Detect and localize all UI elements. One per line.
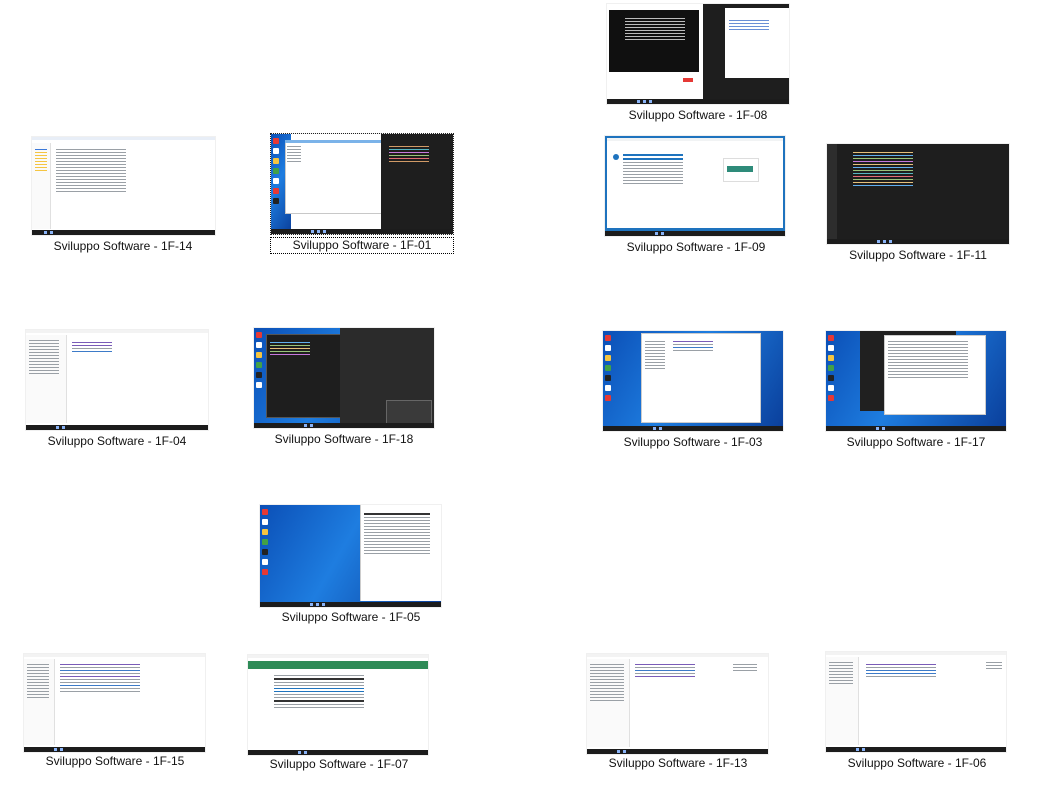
window-preview [826, 652, 1006, 752]
thumbnail-1F-08[interactable]: Sviluppo Software - 1F-08 [607, 4, 789, 124]
window-preview [605, 136, 785, 236]
thumbnail-label: Sviluppo Software - 1F-09 [626, 240, 766, 254]
thumbnail-1F-04[interactable]: Sviluppo Software - 1F-04 [26, 330, 208, 448]
thumbnail-label: Sviluppo Software - 1F-01 [270, 237, 454, 254]
window-preview [26, 330, 208, 430]
thumbnail-label: Sviluppo Software - 1F-03 [623, 435, 763, 449]
thumbnail-1F-09[interactable]: Sviluppo Software - 1F-09 [605, 136, 787, 254]
thumbnail-1F-18[interactable]: Sviluppo Software - 1F-18 [254, 328, 434, 446]
thumbnail-label: Sviluppo Software - 1F-13 [608, 756, 748, 770]
thumbnail-label: Sviluppo Software - 1F-06 [847, 756, 987, 770]
thumbnail-label: Sviluppo Software - 1F-18 [274, 432, 414, 446]
thumbnail-label: Sviluppo Software - 1F-04 [47, 434, 187, 448]
window-preview [587, 654, 768, 754]
thumbnail-1F-07[interactable]: Sviluppo Software - 1F-07 [248, 655, 430, 773]
window-preview [827, 144, 1009, 244]
thumbnail-1F-06[interactable]: Sviluppo Software - 1F-06 [826, 652, 1008, 772]
window-preview [260, 505, 441, 607]
thumbnail-label: Sviluppo Software - 1F-11 [849, 248, 987, 262]
thumbnail-1F-13[interactable]: Sviluppo Software - 1F-13 [587, 654, 769, 772]
thumbnail-1F-03[interactable]: Sviluppo Software - 1F-03 [603, 331, 783, 449]
thumbnail-label: Sviluppo Software - 1F-05 [281, 610, 421, 624]
window-preview [826, 331, 1006, 431]
thumbnail-1F-11[interactable]: Sviluppo Software - 1F-11 [827, 144, 1009, 262]
thumbnail-label: Sviluppo Software - 1F-07 [269, 757, 409, 771]
window-preview [254, 328, 434, 428]
window-preview [270, 133, 454, 235]
thumbnail-1F-15[interactable]: Sviluppo Software - 1F-15 [24, 654, 206, 770]
window-preview [603, 331, 783, 431]
thumbnail-label: Sviluppo Software - 1F-08 [628, 108, 768, 122]
window-preview [32, 137, 215, 235]
thumbnail-1F-17[interactable]: Sviluppo Software - 1F-17 [826, 331, 1006, 449]
window-preview [607, 4, 789, 104]
thumbnail-1F-14[interactable]: Sviluppo Software - 1F-14 [30, 137, 216, 255]
thumbnail-label: Sviluppo Software - 1F-15 [45, 754, 185, 768]
thumbnail-label: Sviluppo Software - 1F-17 [846, 435, 986, 449]
thumbnail-label: Sviluppo Software - 1F-14 [53, 239, 193, 253]
thumbnail-1F-01[interactable]: Sviluppo Software - 1F-01 [270, 133, 454, 254]
window-preview [24, 654, 205, 752]
thumbnail-1F-05[interactable]: Sviluppo Software - 1F-05 [260, 505, 442, 625]
window-preview [248, 655, 428, 755]
